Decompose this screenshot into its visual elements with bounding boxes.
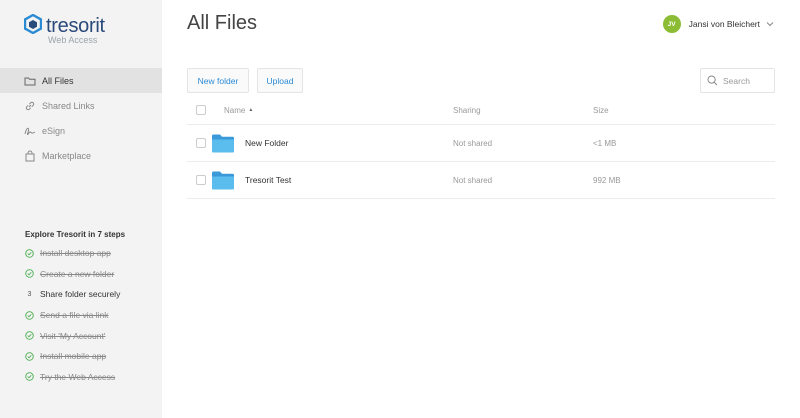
row-checkbox[interactable] (196, 175, 206, 185)
file-name-cell[interactable]: New Folder (212, 134, 453, 153)
sidebar-item-label: All Files (42, 75, 74, 86)
check-circle-icon (25, 352, 34, 361)
page-title: All Files (187, 12, 258, 34)
sort-ascending-icon: ▲ (248, 107, 254, 113)
step-label: Try the Web Access (40, 371, 116, 382)
column-header-sharing: Sharing (453, 105, 481, 115)
sharing-status: Not shared (453, 138, 493, 148)
check-circle-icon (25, 249, 34, 258)
check-circle-icon (25, 310, 34, 320)
step-label: Install mobile app (40, 351, 107, 362)
main-content: All Files JV Jansi von Bleichert New fol… (162, 0, 800, 418)
file-name: Tresorit Test (245, 175, 292, 185)
column-header-name[interactable]: Name ▲ (224, 106, 453, 115)
file-name: New Folder (245, 138, 289, 148)
step-label: Share folder securely (40, 289, 121, 300)
folder-icon (212, 134, 234, 152)
step-label: Visit 'My Account' (40, 330, 106, 341)
onboarding-step-install-desktop[interactable]: Install desktop app (25, 243, 160, 264)
select-all-checkbox[interactable] (196, 105, 206, 115)
onboarding-step-create-folder[interactable]: Create a new folder (25, 264, 160, 285)
onboarding-step-web-access[interactable]: Try the Web Access (25, 367, 160, 388)
sidebar-item-shared-links[interactable]: Shared Links (0, 93, 162, 118)
column-header-size: Size (593, 105, 609, 115)
brand-subtitle: Web Access (48, 35, 98, 45)
sidebar-item-label: Marketplace (42, 150, 92, 161)
sidebar-nav: All Files Shared Links eSign Marketplace (0, 68, 162, 168)
step-label: Send a file via link (40, 310, 109, 321)
file-size: 992 MB (593, 175, 621, 185)
sidebar-item-marketplace[interactable]: Marketplace (0, 143, 162, 168)
step-label: Create a new folder (40, 268, 115, 279)
check-circle-icon (25, 372, 34, 382)
sidebar-item-label: eSign (42, 125, 66, 136)
new-folder-button[interactable]: New folder (187, 68, 249, 93)
search-input[interactable] (723, 75, 773, 86)
chevron-down-icon (766, 22, 774, 27)
check-circle-icon (25, 331, 34, 340)
onboarding-step-my-account[interactable]: Visit 'My Account' (25, 325, 160, 346)
onboarding-steps: Explore Tresorit in 7 steps Install desk… (25, 230, 160, 387)
file-table: Name ▲ Sharing Size New Folder Not share… (187, 96, 775, 199)
sidebar-item-label: Shared Links (42, 100, 95, 111)
search-box[interactable] (700, 68, 775, 93)
file-size: <1 MB (593, 138, 617, 148)
upload-button[interactable]: Upload (257, 68, 303, 93)
onboarding-step-mobile-app[interactable]: Install mobile app (25, 346, 160, 367)
table-row[interactable]: New Folder Not shared <1 MB (187, 125, 775, 162)
folder-icon (24, 77, 36, 85)
onboarding-step-send-link[interactable]: Send a file via link (25, 305, 160, 326)
table-header: Name ▲ Sharing Size (187, 96, 775, 125)
user-menu[interactable]: JV Jansi von Bleichert (662, 15, 774, 33)
folder-icon (212, 171, 234, 189)
search-icon (707, 75, 718, 86)
avatar: JV (662, 15, 681, 33)
tresorit-logo-icon (24, 14, 42, 34)
sidebar-item-esign[interactable]: eSign (0, 118, 162, 143)
check-circle-icon (25, 269, 34, 279)
file-name-cell[interactable]: Tresorit Test (212, 171, 453, 190)
user-name: Jansi von Bleichert (688, 19, 760, 29)
column-header-label: Name (224, 105, 246, 115)
link-icon (25, 101, 35, 110)
step-label: Install desktop app (40, 248, 111, 259)
sidebar: tresorit Web Access All Files Shared Lin… (0, 0, 162, 418)
sidebar-item-all-files[interactable]: All Files (0, 68, 162, 93)
step-number: 3 (27, 290, 32, 298)
table-row[interactable]: Tresorit Test Not shared 992 MB (187, 162, 775, 199)
shopping-bag-icon (25, 150, 35, 161)
row-checkbox[interactable] (196, 138, 206, 148)
onboarding-title: Explore Tresorit in 7 steps (25, 230, 126, 239)
onboarding-step-share-folder[interactable]: 3 Share folder securely (25, 284, 160, 305)
sharing-status: Not shared (453, 175, 493, 185)
signature-icon (24, 127, 36, 135)
